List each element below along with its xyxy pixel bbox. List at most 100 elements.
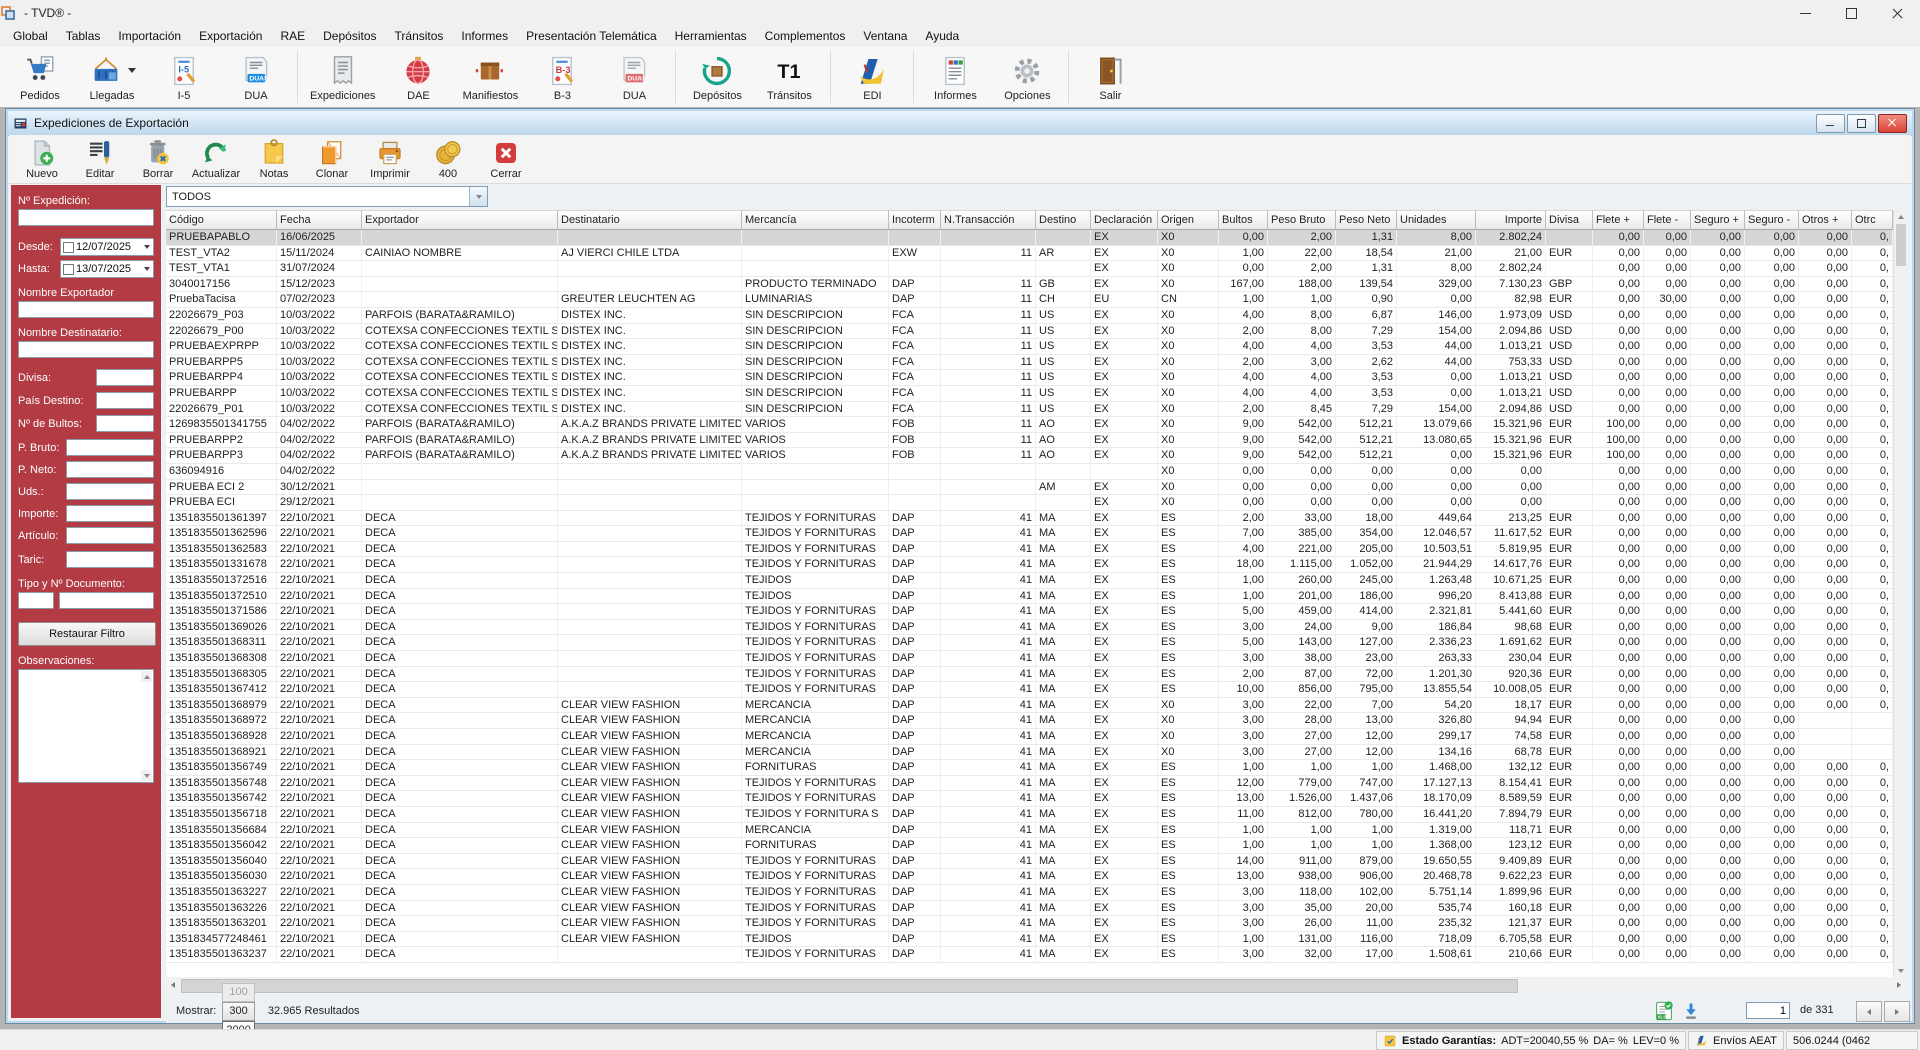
page-number-input[interactable] [1746, 1002, 1790, 1019]
column-header-peso-bruto[interactable]: Peso Bruto [1268, 210, 1336, 230]
scroll-up-icon[interactable] [1894, 210, 1907, 223]
table-row[interactable]: 135183550137251022/10/2021DECATEJIDOSDAP… [166, 589, 1893, 605]
filter-tipo-documento-input[interactable] [18, 592, 54, 609]
menu-item-global[interactable]: Global [4, 26, 57, 47]
table-row[interactable]: 135183550136897222/10/2021DECACLEAR VIEW… [166, 713, 1893, 729]
menu-item-complementos[interactable]: Complementos [756, 26, 855, 47]
column-header-n-transaccion[interactable]: N.Transacción [941, 210, 1036, 230]
toolbar-dua-button[interactable]: DUASDUA [220, 48, 292, 106]
column-header-incoterm[interactable]: Incoterm [889, 210, 941, 230]
filter-nombre-destinatario-input[interactable] [18, 341, 154, 358]
page-size-100-button[interactable]: 100 [222, 983, 254, 1002]
table-row[interactable]: PRUEBARPP510/03/2022COTEXSA CONFECCIONES… [166, 355, 1893, 371]
filter-numero-documento-input[interactable] [59, 592, 154, 609]
table-row[interactable]: 135183550137251622/10/2021DECATEJIDOSDAP… [166, 573, 1893, 589]
chevron-down-icon[interactable] [469, 187, 487, 206]
table-row[interactable]: TEST_VTA131/07/2024EXX00,002,001,318,002… [166, 261, 1893, 277]
mdi-toolbar-clonar-button[interactable]: Clonar [307, 137, 357, 182]
filter-pais-destino-input[interactable] [96, 392, 154, 409]
column-header-seguro[interactable]: Seguro - [1745, 210, 1799, 230]
column-header-bultos[interactable]: Bultos [1219, 210, 1268, 230]
toolbar-i-5-button[interactable]: I-5I-5 [148, 48, 220, 106]
column-header-declaracion[interactable]: Declaración [1091, 210, 1158, 230]
menu-item-transitos[interactable]: Tránsitos [386, 26, 453, 47]
toolbar-pedidos-button[interactable]: Pedidos [4, 48, 76, 106]
mdi-toolbar-borrar-button[interactable]: Borrar [133, 137, 183, 182]
minimize-button[interactable] [1782, 0, 1828, 26]
checkbox-icon[interactable] [63, 264, 74, 275]
filter-taric-input[interactable] [66, 551, 154, 568]
table-row[interactable]: 135183550136322622/10/2021DECACLEAR VIEW… [166, 901, 1893, 917]
mdi-toolbar-imprimir-button[interactable]: Imprimir [365, 137, 415, 182]
column-header-fecha[interactable]: Fecha [277, 210, 362, 230]
table-row[interactable]: 22026679_P0010/03/2022COTEXSA CONFECCION… [166, 324, 1893, 340]
page-size-300-button[interactable]: 300 [222, 1002, 254, 1021]
table-row[interactable]: PRUEBARPP304/02/2022PARFOIS (BARATA&RAMI… [166, 448, 1893, 464]
close-button[interactable] [1874, 0, 1920, 26]
table-row[interactable]: 135183550136320122/10/2021DECACLEAR VIEW… [166, 916, 1893, 932]
toolbar-transitos-button[interactable]: T1Tránsitos [753, 48, 825, 106]
table-row[interactable]: 135183550136259622/10/2021DECATEJIDOS Y … [166, 526, 1893, 542]
mdi-toolbar-cerrar-button[interactable]: Cerrar [481, 137, 531, 182]
table-row[interactable]: 135183550136741222/10/2021DECATEJIDOS Y … [166, 682, 1893, 698]
mdi-toolbar-nuevo-button[interactable]: Nuevo [17, 137, 67, 182]
horizontal-scroll-thumb[interactable] [181, 979, 1518, 993]
table-row[interactable]: PRUEBAEXPRPP10/03/2022COTEXSA CONFECCION… [166, 339, 1893, 355]
table-row[interactable]: 135183550135603022/10/2021DECACLEAR VIEW… [166, 869, 1893, 885]
next-page-button[interactable] [1884, 1001, 1910, 1022]
table-row[interactable]: 135183550135674222/10/2021DECACLEAR VIEW… [166, 791, 1893, 807]
column-header-destino[interactable]: Destino [1036, 210, 1091, 230]
table-row[interactable]: PruebaTacisa07/02/2023GREUTER LEUCHTEN A… [166, 292, 1893, 308]
horizontal-scrollbar[interactable] [166, 977, 1906, 992]
filter-dropdown[interactable]: TODOS [166, 186, 488, 207]
chevron-down-icon[interactable] [144, 267, 150, 271]
table-row[interactable]: 135183550136892122/10/2021DECACLEAR VIEW… [166, 745, 1893, 761]
maximize-button[interactable] [1828, 0, 1874, 26]
menu-item-informes[interactable]: Informes [452, 26, 517, 47]
table-row[interactable]: 135183550136897922/10/2021DECACLEAR VIEW… [166, 698, 1893, 714]
table-row[interactable]: 135183550136139722/10/2021DECATEJIDOS Y … [166, 511, 1893, 527]
table-row[interactable]: 135183550136902622/10/2021DECATEJIDOS Y … [166, 620, 1893, 636]
filter-hasta-date-input[interactable]: 13/07/2025 [60, 260, 154, 278]
filter-uds-input[interactable] [66, 483, 154, 500]
toolbar-salir-button[interactable]: Salir [1074, 48, 1146, 106]
table-row[interactable]: PRUEBAPABLO16/06/2025EXX00,002,001,318,0… [166, 230, 1893, 246]
filter-p-bruto-input[interactable] [66, 439, 154, 456]
menu-item-ayuda[interactable]: Ayuda [916, 26, 968, 47]
scroll-right-icon[interactable] [1892, 977, 1906, 992]
table-row[interactable]: 304001715615/12/2023PRODUCTO TERMINADODA… [166, 277, 1893, 293]
toolbar-manifiestos-button[interactable]: Manifiestos [454, 48, 526, 106]
table-row[interactable]: PRUEBA ECI29/12/2021EXX00,000,000,000,00… [166, 495, 1893, 511]
scroll-down-icon[interactable] [141, 770, 152, 781]
menu-item-ventana[interactable]: Ventana [854, 26, 916, 47]
table-row[interactable]: 135183550135674822/10/2021DECACLEAR VIEW… [166, 776, 1893, 792]
mdi-maximize-button[interactable] [1847, 114, 1876, 133]
toolbar-dua-button[interactable]: DUASDUA [598, 48, 670, 106]
table-row[interactable]: 135183550136830522/10/2021DECATEJIDOS Y … [166, 667, 1893, 683]
column-header-divisa[interactable]: Divisa [1546, 210, 1593, 230]
mdi-toolbar-400-button[interactable]: 400 [423, 137, 473, 182]
observaciones-textarea[interactable] [18, 669, 154, 783]
mdi-toolbar-editar-button[interactable]: Editar [75, 137, 125, 182]
menu-item-herramientas[interactable]: Herramientas [666, 26, 756, 47]
mdi-toolbar-actualizar-button[interactable]: Actualizar [191, 137, 241, 182]
table-row[interactable]: 135183550135671822/10/2021DECACLEAR VIEW… [166, 807, 1893, 823]
menu-item-depositos[interactable]: Depósitos [314, 26, 385, 47]
column-header-seguro[interactable]: Seguro + [1691, 210, 1745, 230]
filter-importe-input[interactable] [66, 505, 154, 522]
menu-item-tablas[interactable]: Tablas [57, 26, 110, 47]
toolbar-informes-button[interactable]: Informes [919, 48, 991, 106]
column-header-flete[interactable]: Flete + [1593, 210, 1644, 230]
checkbox-icon[interactable] [63, 242, 74, 253]
table-row[interactable]: 135183550135668422/10/2021DECACLEAR VIEW… [166, 823, 1893, 839]
toolbar-dae-button[interactable]: DAE [382, 48, 454, 106]
menu-item-importacion[interactable]: Importación [109, 26, 190, 47]
scroll-down-icon[interactable] [1894, 964, 1907, 977]
toolbar-edi-button[interactable]: EDI [836, 48, 908, 106]
toolbar-b-3-button[interactable]: B-3B-3 [526, 48, 598, 106]
toolbar-expediciones-button[interactable]: Expediciones [303, 48, 382, 106]
table-row[interactable]: PRUEBARPP204/02/2022PARFOIS (BARATA&RAMI… [166, 433, 1893, 449]
filter-n-de-bultos-input[interactable] [96, 415, 154, 432]
table-row[interactable]: 63609491604/02/2022X00,000,000,000,000,0… [166, 464, 1893, 480]
table-row[interactable]: 135183550135604022/10/2021DECACLEAR VIEW… [166, 854, 1893, 870]
